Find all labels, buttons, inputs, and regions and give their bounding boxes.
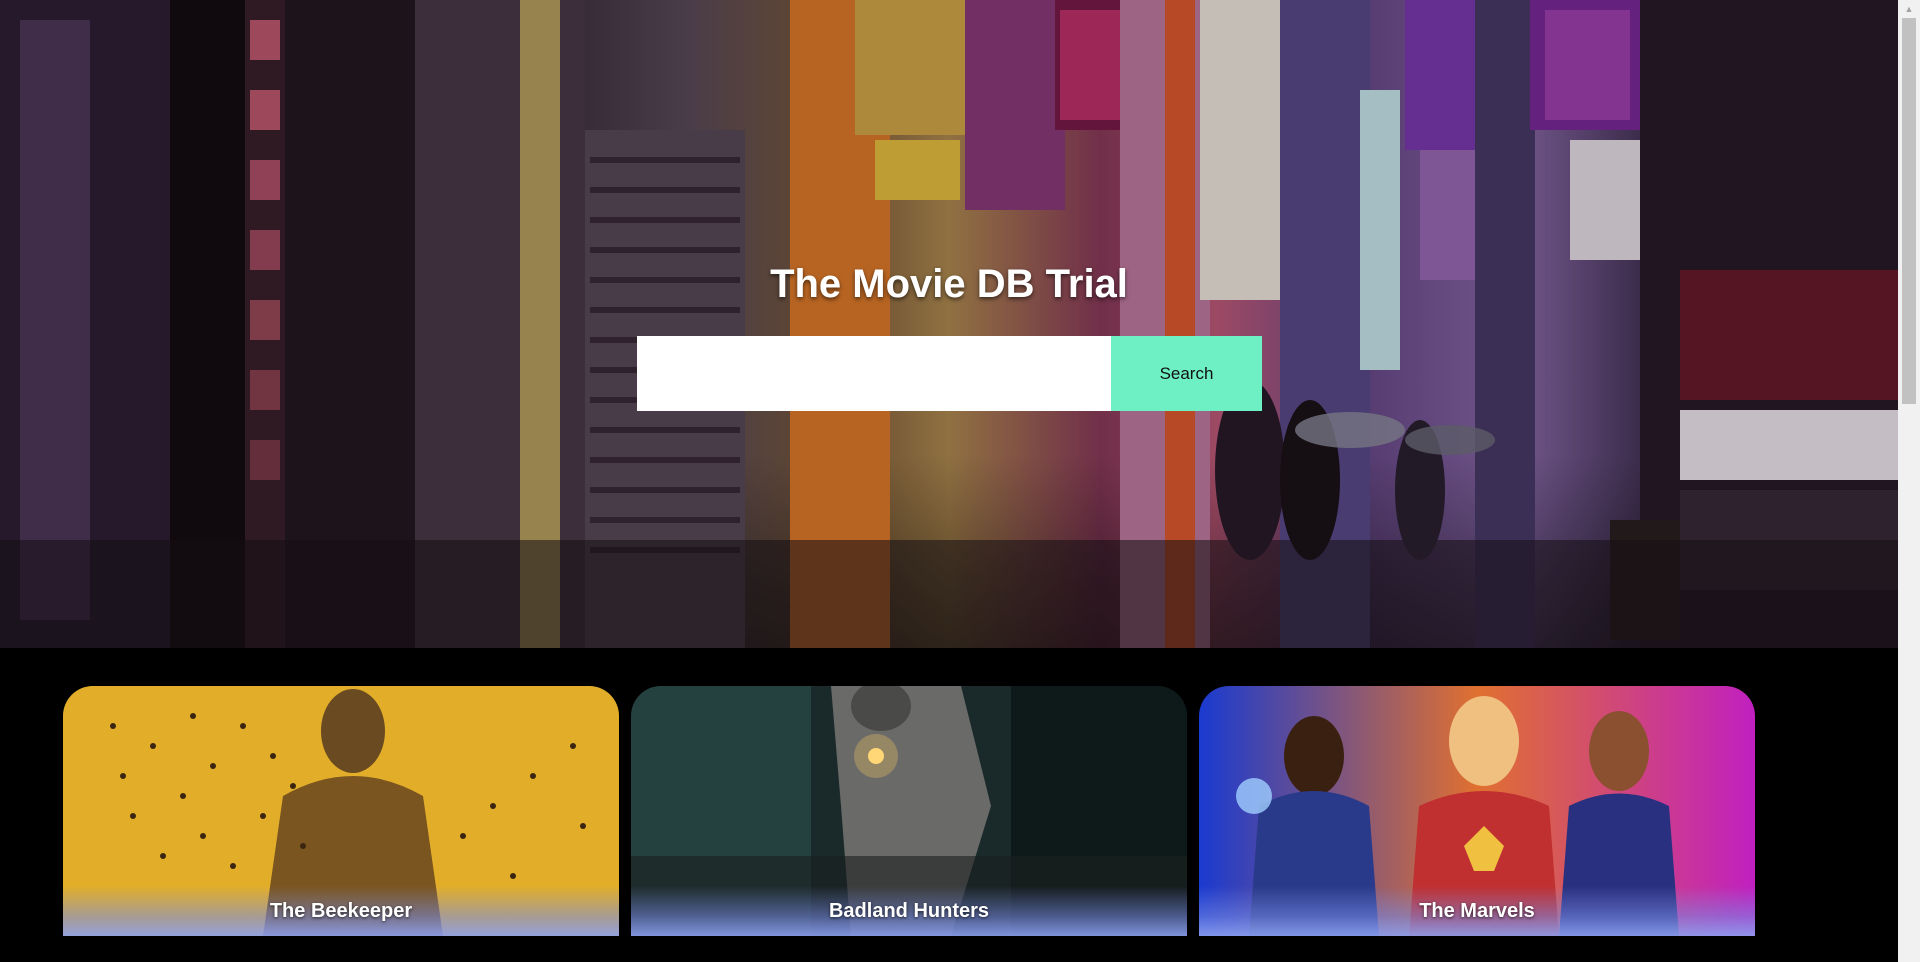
movie-list: The Beekeeper Badland Hunters The Marvel… <box>63 686 1755 936</box>
hero-background-image <box>0 0 1898 648</box>
vertical-scrollbar[interactable]: ▲ <box>1898 0 1920 962</box>
hero-banner: The Movie DB Trial Search <box>0 0 1898 648</box>
scroll-up-arrow-icon[interactable]: ▲ <box>1898 0 1920 17</box>
search-bar: Search <box>637 336 1262 411</box>
page: The Movie DB Trial Search The Beekeeper … <box>0 0 1920 962</box>
search-input[interactable] <box>637 336 1111 411</box>
movie-title: The Beekeeper <box>63 886 619 936</box>
movie-card[interactable]: Badland Hunters <box>631 686 1187 936</box>
search-button[interactable]: Search <box>1111 336 1262 411</box>
movie-title: Badland Hunters <box>631 886 1187 936</box>
page-title: The Movie DB Trial <box>770 262 1128 306</box>
movie-card[interactable]: The Beekeeper <box>63 686 619 936</box>
scrollbar-thumb[interactable] <box>1902 18 1916 404</box>
movie-title: The Marvels <box>1199 886 1755 936</box>
movie-card[interactable]: The Marvels <box>1199 686 1755 936</box>
